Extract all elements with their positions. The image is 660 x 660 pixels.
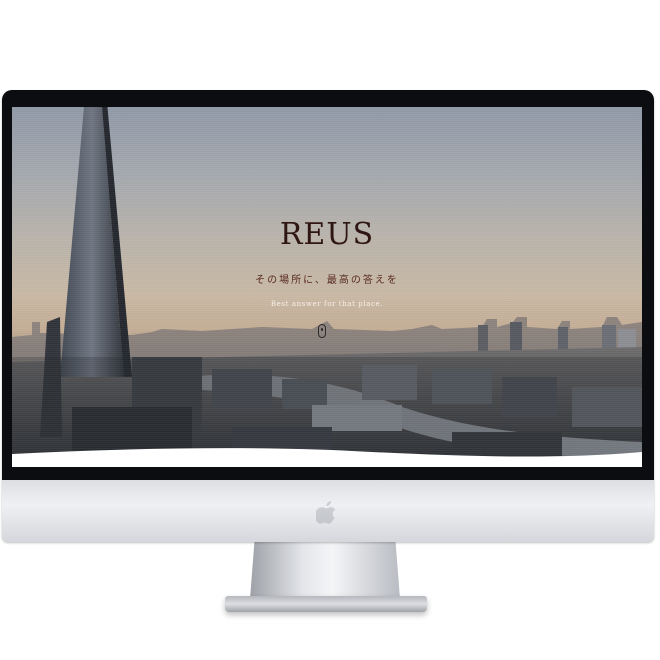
scroll-mouse-icon[interactable] [318, 324, 326, 338]
hero-copy: REUS その場所に、最高の答えを Best answer for that p… [12, 217, 642, 308]
hero-bottom-wave [12, 448, 642, 467]
tagline-japanese: その場所に、最高の答えを [255, 275, 399, 286]
site-logo[interactable]: REUS [12, 217, 642, 253]
tagline-english: Best answer for that place. [270, 300, 384, 308]
monitor-stand-base [225, 596, 427, 612]
apple-logo-icon [316, 501, 336, 524]
monitor-chin [2, 480, 654, 542]
website-hero-screen: REUS その場所に、最高の答えを Best answer for that p… [12, 107, 642, 467]
monitor-stand-neck [250, 541, 400, 599]
